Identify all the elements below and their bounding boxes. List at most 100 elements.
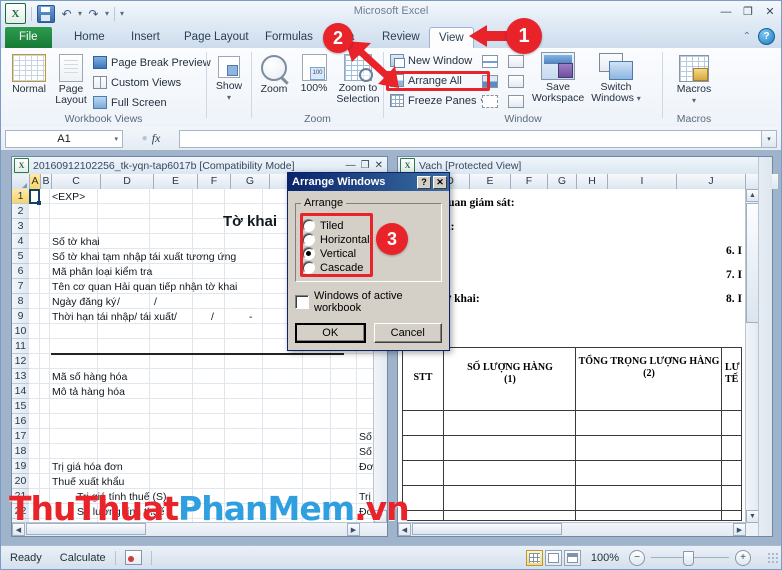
cell-H9[interactable]: / (211, 310, 214, 324)
freeze-panes-button[interactable]: Freeze Panes ▾ (390, 94, 485, 107)
row-header-19[interactable]: 19 (12, 459, 29, 474)
record-macro-icon[interactable] (124, 550, 142, 565)
cell-E8[interactable]: / (117, 295, 120, 309)
unhide-icon[interactable] (482, 95, 498, 108)
collapse-ribbon-icon[interactable]: ⌃ (743, 31, 751, 42)
cell-K17[interactable]: Số lư (359, 430, 374, 444)
normal-view-shortcut-icon[interactable] (525, 549, 543, 566)
row-header-7[interactable]: 7 (12, 279, 29, 294)
zoom-in-button[interactable]: + (735, 549, 751, 566)
pv-data-table[interactable]: STT SỐ LƯỢNG HÀNG (1) TỔNG TRỌNG LƯỢNG H… (402, 347, 742, 521)
custom-views-button[interactable]: Custom Views (93, 76, 181, 89)
restore-button[interactable]: ❐ (740, 4, 756, 19)
zoom-out-button[interactable]: − (629, 549, 645, 566)
cell-C9[interactable]: Thời hạn tái nhập/ tái xuất (52, 310, 174, 324)
name-box-dropdown-icon[interactable]: ▾ (114, 135, 118, 143)
dialog-help-button[interactable]: ? (417, 175, 431, 189)
cell-C8[interactable]: Ngày đăng ký (52, 295, 116, 309)
cell-H2[interactable]: Tờ khai (223, 214, 277, 229)
cell-K19[interactable]: Đơn (359, 460, 374, 474)
zoom-button[interactable]: Zoom (254, 55, 294, 95)
page-layout-view-shortcut-icon[interactable] (544, 549, 562, 566)
save-workspace-button[interactable]: Save Workspace (530, 52, 586, 104)
page-break-preview-button[interactable]: Page Break Preview (93, 56, 211, 69)
zoom-thumb[interactable] (683, 551, 694, 566)
row-header-11[interactable]: 11 (12, 339, 29, 354)
row-header-6[interactable]: 6 (12, 264, 29, 279)
tab-page-layout[interactable]: Page Layout (175, 27, 258, 48)
zoom-track[interactable] (651, 551, 729, 566)
tab-formulas[interactable]: Formulas (256, 27, 322, 48)
row-header-17[interactable]: 17 (12, 429, 29, 444)
new-window-button[interactable]: New Window (390, 54, 472, 68)
row-header-20[interactable]: 20 (12, 474, 29, 489)
row-header-1[interactable]: 1 (12, 189, 29, 204)
cancel-formula-icon[interactable]: ● (142, 133, 148, 144)
row-header-12[interactable]: 12 (12, 354, 29, 369)
right-col-header-H[interactable]: H (577, 174, 608, 189)
cell-I9[interactable]: - (249, 310, 253, 324)
cell-K18[interactable]: Số lư (359, 445, 374, 459)
show-dropdown-icon[interactable]: ▾ (227, 93, 231, 102)
expand-formula-bar-icon[interactable]: ▾ (761, 129, 777, 148)
insert-function-icon[interactable]: fx (152, 131, 161, 146)
dialog-close-button[interactable]: ✕ (433, 175, 447, 189)
name-box[interactable]: A1 ▾ (5, 129, 123, 148)
cell-C13[interactable]: Mã số hàng hóa (52, 370, 127, 384)
child-close-button[interactable]: ✕ (375, 160, 383, 171)
cell-G9[interactable]: / (174, 310, 177, 324)
right-col-header-J[interactable]: J (677, 174, 746, 189)
cell-C14[interactable]: Mô tả hàng hóa (52, 385, 125, 399)
child-window-right-title-bar[interactable]: X Vach [Protected View] (398, 157, 772, 174)
cell-C5[interactable]: Số tờ khai tạm nhập tái xuất tương ứng (52, 250, 236, 264)
ok-button[interactable]: OK (295, 323, 366, 343)
tab-insert[interactable]: Insert (122, 27, 169, 48)
switch-windows-dropdown-icon[interactable]: ▾ (637, 94, 641, 103)
row-header-5[interactable]: 5 (12, 249, 29, 264)
switch-windows-button[interactable]: Switch Windows ▾ (588, 53, 644, 104)
page-break-view-shortcut-icon[interactable] (563, 549, 581, 566)
col-header-A[interactable]: A (30, 174, 41, 189)
row-header-18[interactable]: 18 (12, 444, 29, 459)
row-header-8[interactable]: 8 (12, 294, 29, 309)
dialog-title-bar[interactable]: Arrange Windows ? ✕ (288, 173, 449, 191)
synchronous-scrolling-icon[interactable] (508, 75, 524, 88)
right-col-header-I[interactable]: I (608, 174, 677, 189)
zoom-slider[interactable]: − + (629, 549, 751, 566)
cell-C7[interactable]: Tên cơ quan Hải quan tiếp nhận tờ khai (52, 280, 237, 294)
right-scroll-right-button[interactable]: ▶ (733, 523, 746, 536)
right-col-header-E[interactable]: E (470, 174, 511, 189)
pv-right-label-2[interactable]: 7. I (726, 269, 742, 281)
right-vertical-scrollbar[interactable]: ▲ ▼ (745, 189, 759, 523)
split-icon[interactable] (482, 55, 498, 68)
zoom-100-button[interactable]: 100% (294, 54, 334, 94)
tab-view[interactable]: View (429, 27, 474, 49)
help-icon[interactable]: ? (758, 28, 775, 45)
row-header-10[interactable]: 10 (12, 324, 29, 339)
pv-right-label-1[interactable]: 6. I (726, 245, 742, 257)
row-header-13[interactable]: 13 (12, 369, 29, 384)
right-horizontal-scrollbar[interactable]: ◀ ▶ (398, 522, 746, 536)
windows-of-active-workbook-checkbox[interactable]: Windows of active workbook (295, 290, 442, 314)
right-grid-area[interactable]: cục hải quan giám sát: n vị XNK: số thuế… (398, 189, 746, 523)
status-calculate[interactable]: Calculate (51, 552, 115, 564)
full-screen-button[interactable]: Full Screen (93, 96, 167, 109)
child-minimize-button[interactable]: — (346, 160, 356, 171)
cell-C19[interactable]: Trị giá hóa đơn (52, 460, 123, 474)
formula-input[interactable] (179, 129, 761, 148)
col-header-E[interactable]: E (154, 174, 198, 189)
view-side-by-side-icon[interactable] (508, 55, 524, 68)
right-hscroll-thumb[interactable] (412, 523, 562, 535)
cell-C6[interactable]: Mã phân loại kiểm tra (52, 265, 152, 279)
col-header-B[interactable]: B (41, 174, 52, 189)
right-col-header-G[interactable]: G (548, 174, 577, 189)
col-header-C[interactable]: C (52, 174, 101, 189)
col-header-F[interactable]: F (198, 174, 231, 189)
row-header-15[interactable]: 15 (12, 399, 29, 414)
cell-C1[interactable]: <EXP> (52, 190, 85, 204)
row-header-14[interactable]: 14 (12, 384, 29, 399)
zoom-level-label[interactable]: 100% (583, 552, 627, 564)
normal-view-button[interactable]: Normal (7, 54, 51, 95)
close-button[interactable]: ✕ (762, 4, 778, 19)
row-header-2[interactable]: 2 (12, 204, 29, 219)
